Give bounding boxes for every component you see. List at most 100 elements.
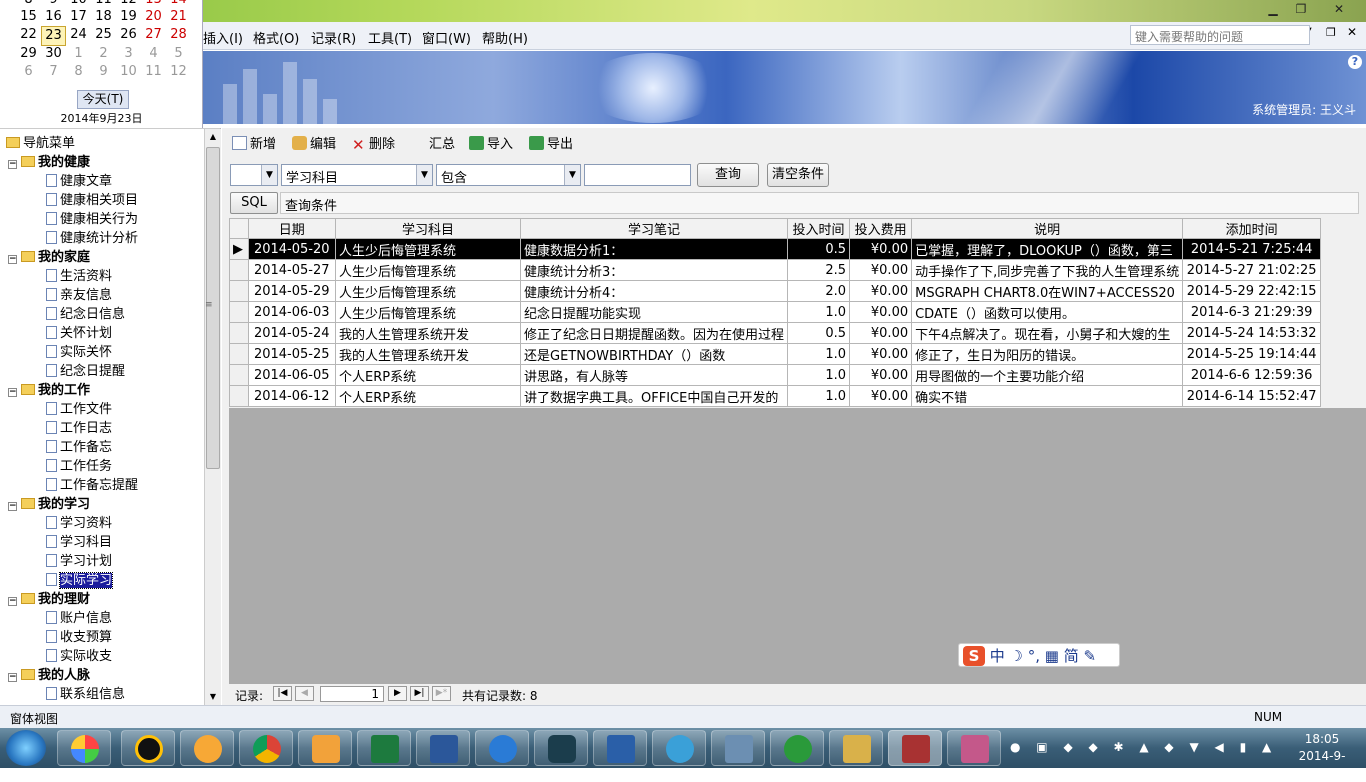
cell-notes[interactable]: 纪念日提醒功能实现 bbox=[519, 301, 789, 323]
calendar-day[interactable]: 26 bbox=[116, 26, 141, 44]
calendar-day[interactable]: 2 bbox=[91, 45, 116, 63]
taskbar-app[interactable] bbox=[711, 730, 765, 766]
taskbar-app[interactable] bbox=[239, 730, 293, 766]
minimize-icon[interactable]: ▁ bbox=[1262, 1, 1284, 17]
column-header-cost[interactable]: 投入费用 bbox=[849, 218, 913, 239]
cell-description[interactable]: 动手操作了下,同步完善了下我的人生管理系统 bbox=[911, 259, 1184, 281]
nav-group[interactable]: − 我的家庭 bbox=[8, 246, 90, 265]
taskbar-app[interactable] bbox=[416, 730, 470, 766]
calendar-day[interactable]: 3 bbox=[116, 45, 141, 63]
calendar-day[interactable]: 24 bbox=[66, 26, 91, 44]
collapse-icon[interactable]: − bbox=[8, 160, 17, 169]
calendar-day[interactable]: 11 bbox=[141, 63, 166, 81]
taskbar-app[interactable] bbox=[357, 730, 411, 766]
taskbar-app[interactable] bbox=[652, 730, 706, 766]
start-button[interactable] bbox=[6, 730, 46, 766]
cell-cost[interactable]: ¥0.00 bbox=[849, 238, 913, 260]
nav-item[interactable]: 实际关怀 bbox=[46, 341, 112, 360]
cell-notes[interactable]: 讲了数据字典工具。OFFICE中国自己开发的 bbox=[519, 385, 789, 407]
ime-toolbar[interactable]: S 中 ☽ °, ▦ 简 ✎ bbox=[958, 643, 1120, 667]
cell-time[interactable]: 2.5 bbox=[787, 259, 851, 281]
cell-added[interactable]: 2014-6-3 21:29:39 bbox=[1182, 301, 1321, 323]
calendar-day[interactable]: 16 bbox=[41, 8, 66, 26]
cell-description[interactable]: 下午4点解决了。现在看，小舅子和大嫂的生 bbox=[911, 322, 1184, 344]
cell-description[interactable]: 已掌握，理解了，DLOOKUP（）函数，第三 bbox=[911, 238, 1184, 260]
calendar-day[interactable]: 5 bbox=[166, 45, 191, 63]
calendar-day[interactable]: 27 bbox=[141, 26, 166, 44]
clear-conditions-button[interactable]: 清空条件 bbox=[767, 163, 829, 187]
cell-date[interactable]: 2014-05-27 bbox=[247, 259, 336, 281]
taskbar-app[interactable] bbox=[121, 730, 175, 766]
cell-subject[interactable]: 个人ERP系统 bbox=[334, 385, 522, 407]
nav-item[interactable]: 工作任务 bbox=[46, 455, 112, 474]
taskbar-app[interactable] bbox=[298, 730, 352, 766]
cell-date[interactable]: 2014-06-12 bbox=[247, 385, 336, 407]
prev-record-icon[interactable]: ◀ bbox=[295, 686, 314, 701]
menu-records[interactable]: 记录(R) bbox=[311, 28, 356, 47]
cell-subject[interactable]: 人生少后悔管理系统 bbox=[334, 259, 522, 281]
nav-item[interactable]: 账户信息 bbox=[46, 607, 112, 626]
nav-item[interactable]: 生活资料 bbox=[46, 265, 112, 284]
cell-description[interactable]: 确实不错 bbox=[911, 385, 1184, 407]
taskbar-app-access[interactable] bbox=[888, 730, 942, 766]
column-header-subject[interactable]: 学习科目 bbox=[334, 218, 522, 239]
nav-group[interactable]: − 我的健康 bbox=[8, 151, 90, 170]
cell-date[interactable]: 2014-05-29 bbox=[247, 280, 336, 302]
nav-group[interactable]: − 我的工作 bbox=[8, 379, 90, 398]
nav-item[interactable]: 亲友信息 bbox=[46, 284, 112, 303]
help-icon[interactable]: ? bbox=[1348, 55, 1362, 69]
calendar-day[interactable]: 6 bbox=[16, 63, 41, 81]
calendar-day[interactable]: 12 bbox=[166, 63, 191, 81]
scroll-up-icon[interactable]: ▲ bbox=[205, 129, 221, 145]
restore-icon[interactable]: ❐ bbox=[1290, 1, 1312, 17]
cell-added[interactable]: 2014-6-14 15:52:47 bbox=[1182, 385, 1321, 407]
nav-item[interactable]: 学习科目 bbox=[46, 531, 112, 550]
taskbar-app[interactable] bbox=[180, 730, 234, 766]
new-record-icon[interactable]: ▶* bbox=[432, 686, 451, 701]
cell-added[interactable]: 2014-5-29 22:42:15 bbox=[1182, 280, 1321, 302]
cell-cost[interactable]: ¥0.00 bbox=[849, 259, 913, 281]
calendar-day[interactable]: 15 bbox=[16, 8, 41, 26]
doc-close-icon[interactable]: ✕ bbox=[1347, 25, 1357, 39]
calendar-day[interactable]: 4 bbox=[141, 45, 166, 63]
query-button[interactable]: 查询 bbox=[697, 163, 759, 187]
cell-date[interactable]: 2014-06-05 bbox=[247, 364, 336, 386]
close-icon[interactable]: ✕ bbox=[1328, 1, 1350, 17]
table-row[interactable]: 2014-06-03 人生少后悔管理系统 纪念日提醒功能实现 1.0 ¥0.00 CDAT… bbox=[229, 301, 1321, 323]
operator-combo[interactable]: 包含 ▼ bbox=[436, 164, 581, 186]
cell-time[interactable]: 0.5 bbox=[787, 322, 851, 344]
nav-item[interactable]: 实际收支 bbox=[46, 645, 112, 664]
calendar-day[interactable]: 1 bbox=[66, 45, 91, 63]
calendar-day[interactable]: 20 bbox=[141, 8, 166, 26]
menu-tools[interactable]: 工具(T) bbox=[368, 28, 412, 47]
taskbar-app[interactable] bbox=[534, 730, 588, 766]
filter-value-input[interactable] bbox=[584, 164, 691, 186]
nav-group[interactable]: − 我的理财 bbox=[8, 588, 90, 607]
last-record-icon[interactable]: ▶| bbox=[410, 686, 429, 701]
scroll-down-icon[interactable]: ▼ bbox=[205, 689, 221, 705]
cell-cost[interactable]: ¥0.00 bbox=[849, 364, 913, 386]
calendar-day[interactable]: 28 bbox=[166, 26, 191, 44]
column-header-added[interactable]: 添加时间 bbox=[1182, 218, 1321, 239]
nav-item[interactable]: 联系组信息 bbox=[46, 683, 125, 702]
table-row[interactable]: 2014-05-24 我的人生管理系统开发 修正了纪念日日期提醒函数。因为在使用过程… bbox=[229, 322, 1321, 344]
menu-format[interactable]: 格式(O) bbox=[253, 28, 299, 47]
cell-subject[interactable]: 人生少后悔管理系统 bbox=[334, 280, 522, 302]
cell-description[interactable]: CDATE（）函数可以使用。 bbox=[911, 301, 1184, 323]
export-button[interactable]: 导出 bbox=[529, 135, 573, 155]
table-row[interactable]: 2014-05-27 人生少后悔管理系统 健康统计分析3： 2.5 ¥0.00 动手操作了… bbox=[229, 259, 1321, 281]
system-tray[interactable]: ● ▣ ◆ ◆ ✱ ▲ ◆ ▼ ◀ ▮ ▲ bbox=[1010, 740, 1280, 756]
delete-button[interactable]: ✕ 删除 bbox=[352, 135, 395, 155]
column-header-description[interactable]: 说明 bbox=[911, 218, 1184, 239]
calendar-day[interactable]: 21 bbox=[166, 8, 191, 26]
cell-added[interactable]: 2014-5-24 14:53:32 bbox=[1182, 322, 1321, 344]
row-selector[interactable] bbox=[229, 301, 249, 323]
nav-item[interactable]: 学习资料 bbox=[46, 512, 112, 531]
table-row[interactable]: 2014-06-05 个人ERP系统 讲思路，有人脉等 1.0 ¥0.00 用导图做的一个… bbox=[229, 364, 1321, 386]
nav-item[interactable]: 纪念日信息 bbox=[46, 303, 125, 322]
cell-time[interactable]: 1.0 bbox=[787, 385, 851, 407]
doc-restore-icon[interactable]: ❐ bbox=[1326, 26, 1336, 39]
nav-item[interactable]: 健康相关项目 bbox=[46, 189, 138, 208]
cell-cost[interactable]: ¥0.00 bbox=[849, 301, 913, 323]
nav-root[interactable]: 导航菜单 bbox=[6, 132, 75, 151]
